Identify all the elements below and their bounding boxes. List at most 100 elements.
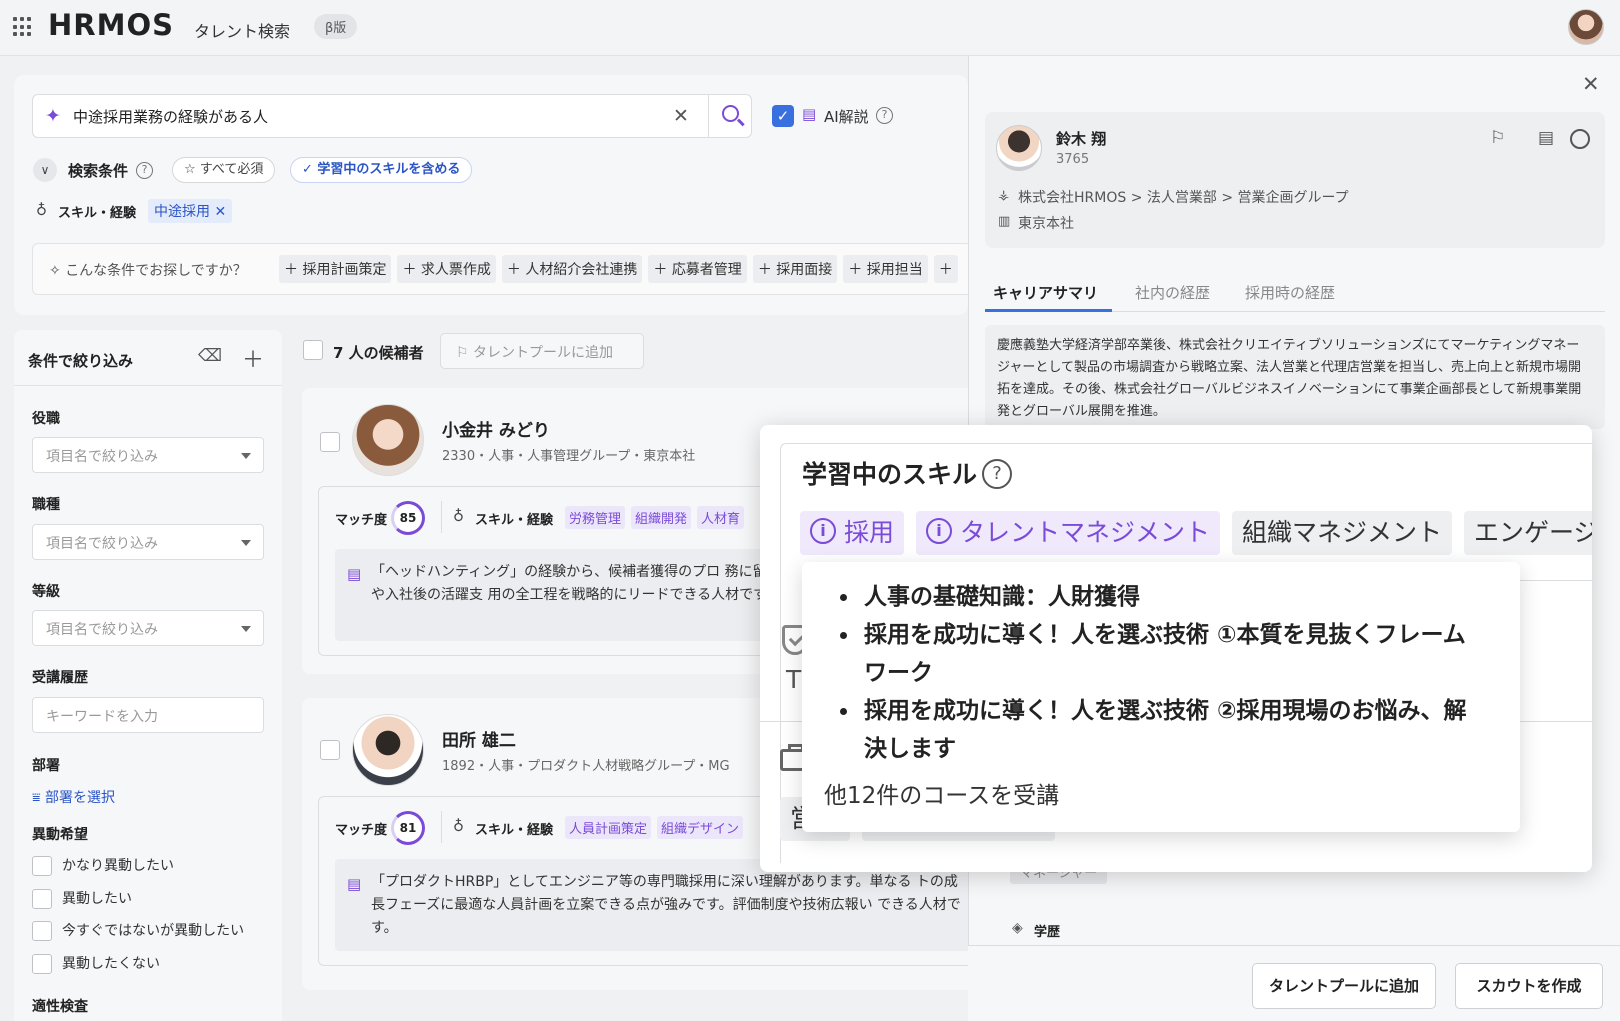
role-select-placeholder: 項目名で絞り込み — [46, 449, 158, 465]
suggestion-chip[interactable]: ＋ — [933, 255, 958, 283]
create-scout-button[interactable]: スカウトを作成 — [1455, 963, 1603, 1009]
select-all-checkbox[interactable] — [303, 340, 323, 360]
ai-explain-checkbox[interactable]: ✓ — [772, 105, 794, 127]
suggestion-chip[interactable]: ＋ 採用面接 — [752, 255, 838, 283]
skill-tag[interactable]: 中途採用 ✕ — [148, 199, 233, 223]
match-score: 81 — [391, 811, 425, 845]
transfer-option[interactable]: 異動したくない — [32, 953, 160, 974]
career-summary: 慶應義塾大学経済学部卒業後、株式会社クリエイティブソリューションズにてマーケティ… — [985, 325, 1605, 429]
learning-skills-title: 学習中のスキル — [802, 460, 978, 489]
active-tab-indicator — [985, 309, 1112, 312]
learning-skill-chip[interactable]: i タレントマネジメント — [916, 511, 1221, 555]
suggestion-label: 応募者管理 — [671, 262, 742, 278]
suggestion-chip[interactable]: ＋ 採用計画策定 — [279, 255, 392, 283]
document-icon[interactable]: ▤ — [1538, 128, 1554, 148]
ai-explanation-text: 「プロダクトHRBP」としてエンジニア等の専門職採用に深い理解があります。単なる… — [371, 874, 961, 936]
candidate-name[interactable]: 小金井 みどり — [442, 416, 550, 441]
transfer-option[interactable]: 異動したい — [32, 888, 132, 909]
match-label: マッチ度 — [335, 513, 388, 528]
user-avatar[interactable] — [1568, 9, 1604, 45]
divider — [441, 501, 442, 533]
transfer-option[interactable]: かなり異動したい — [32, 855, 174, 876]
suggestion-chip[interactable]: ＋ 採用担当 — [843, 255, 928, 283]
search-input[interactable] — [73, 95, 693, 137]
suggestion-chip[interactable]: ＋ 応募者管理 — [648, 255, 747, 283]
org-icon: ⚶ — [998, 188, 1010, 203]
skill-chip: エンゲージメ — [1464, 511, 1592, 555]
grade-select[interactable]: 項目名で絞り込み — [32, 610, 264, 646]
caret-down-icon — [241, 453, 251, 459]
select-dept-label: 部署を選択 — [44, 790, 115, 806]
job-select[interactable]: 項目名で絞り込み — [32, 524, 264, 560]
product-name: タレント検索 — [194, 22, 291, 41]
help-icon[interactable]: ? — [136, 162, 153, 179]
transfer-option-label: 今すぐではないが異動したい — [62, 923, 245, 939]
plus-icon[interactable]: ＋ — [242, 342, 264, 374]
checkbox[interactable] — [32, 921, 52, 941]
select-dept-link[interactable]: ⩸ 部署を選択 — [32, 787, 115, 807]
grade-label: 等級 — [32, 584, 60, 600]
clear-icon[interactable]: ✕ — [673, 105, 689, 127]
candidate-name[interactable]: 田所 雄二 — [442, 726, 516, 751]
learning-skill-chip[interactable]: i 採用 — [800, 511, 905, 555]
remove-tag-icon[interactable]: ✕ — [214, 204, 226, 220]
person-icon[interactable] — [1570, 129, 1590, 149]
transfer-option[interactable]: 今すぐではないが異動したい — [32, 920, 244, 941]
badge-icon: ♁ — [36, 201, 47, 219]
suggestion-label: 採用面接 — [776, 262, 833, 278]
transfer-option-label: 異動したくない — [62, 956, 160, 972]
profile-office: 東京本社 — [1018, 216, 1074, 232]
chevron-down-icon[interactable]: ∨ — [33, 158, 57, 182]
candidate-checkbox[interactable] — [320, 432, 340, 452]
help-icon[interactable]: ? — [876, 107, 893, 124]
candidate-checkbox[interactable] — [320, 740, 340, 760]
checkbox[interactable] — [32, 954, 52, 974]
filter-title: 条件で絞り込み — [28, 352, 134, 370]
eraser-icon[interactable]: ⌫ — [198, 346, 222, 366]
all-required-toggle[interactable]: ☆ すべて必須 — [172, 157, 276, 183]
role-label: 役職 — [32, 411, 60, 427]
checkbox[interactable] — [32, 889, 52, 909]
dept-label: 部署 — [32, 758, 60, 774]
matched-skill-tag: 人材育 — [697, 506, 745, 529]
candidate-meta: 1892・人事・プロダクト人材戦略グループ・MG — [442, 759, 730, 774]
beta-badge: β版 — [314, 14, 358, 39]
bookmark-icon[interactable]: ⚐ — [1490, 128, 1505, 148]
all-required-label: すべて必須 — [199, 162, 264, 177]
course-item: 人事の基礎知識：人財獲得 — [838, 578, 1488, 616]
tab-internal-history[interactable]: 社内の経歴 — [1135, 282, 1210, 303]
add-to-pool-label: タレントプールに追加 — [473, 345, 614, 361]
building-icon: ▥ — [998, 214, 1011, 229]
transfer-option-label: 異動したい — [62, 891, 132, 907]
candidate-photo — [352, 714, 424, 786]
badge-icon: ♁ — [453, 507, 464, 525]
tab-hiring-history[interactable]: 採用時の経歴 — [1245, 282, 1335, 303]
ai-explanation: ▤ 「プロダクトHRBP」としてエンジニア等の専門職採用に深い理解があります。単… — [335, 859, 975, 951]
profile-name: 鈴木 翔 — [1056, 130, 1107, 148]
tab-career-summary[interactable]: キャリアサマリ — [993, 282, 1098, 303]
search-button[interactable] — [708, 95, 753, 137]
add-to-pool-button[interactable]: ⚐ タレントプールに追加 — [440, 333, 644, 369]
add-to-pool-button[interactable]: タレントプールに追加 — [1252, 963, 1436, 1009]
course-item: 採用を成功に導く！人を選ぶ技術 ②採用現場のお悩み、解決します — [838, 692, 1488, 768]
top-bar: HRMOS タレント検索 β版 — [0, 0, 1620, 56]
candidate-count: 7 人の候補者 — [333, 344, 424, 362]
suggestion-label: 人材紹介会社連携 — [525, 262, 638, 278]
close-icon[interactable]: ✕ — [1582, 72, 1600, 96]
role-select[interactable]: 項目名で絞り込み — [32, 437, 264, 473]
match-label: マッチ度 — [335, 823, 388, 838]
suggestion-chip[interactable]: ＋ 人材紹介会社連携 — [501, 255, 643, 283]
grade-select-placeholder: 項目名で絞り込み — [46, 622, 158, 638]
keyword-input[interactable]: キーワードを入力 — [32, 697, 264, 733]
help-icon[interactable]: ? — [982, 459, 1012, 489]
checkbox[interactable] — [32, 856, 52, 876]
app-launcher-icon[interactable] — [12, 16, 34, 38]
candidate-meta: 2330・人事・人事管理グループ・東京本社 — [442, 449, 696, 464]
job-label: 職種 — [32, 497, 60, 513]
filter-header: 条件で絞り込み ⌫ ＋ — [14, 330, 282, 386]
skill-row-label: スキル・経験 — [58, 206, 137, 221]
course-list: 人事の基礎知識：人財獲得 採用を成功に導く！人を選ぶ技術 ①本質を見抜くフレーム… — [838, 578, 1488, 768]
include-learning-toggle[interactable]: ✓ 学習中のスキルを含める — [290, 157, 473, 183]
suggestion-chip[interactable]: ＋ 求人票作成 — [397, 255, 496, 283]
sparkle-icon: ✦ — [45, 105, 61, 127]
